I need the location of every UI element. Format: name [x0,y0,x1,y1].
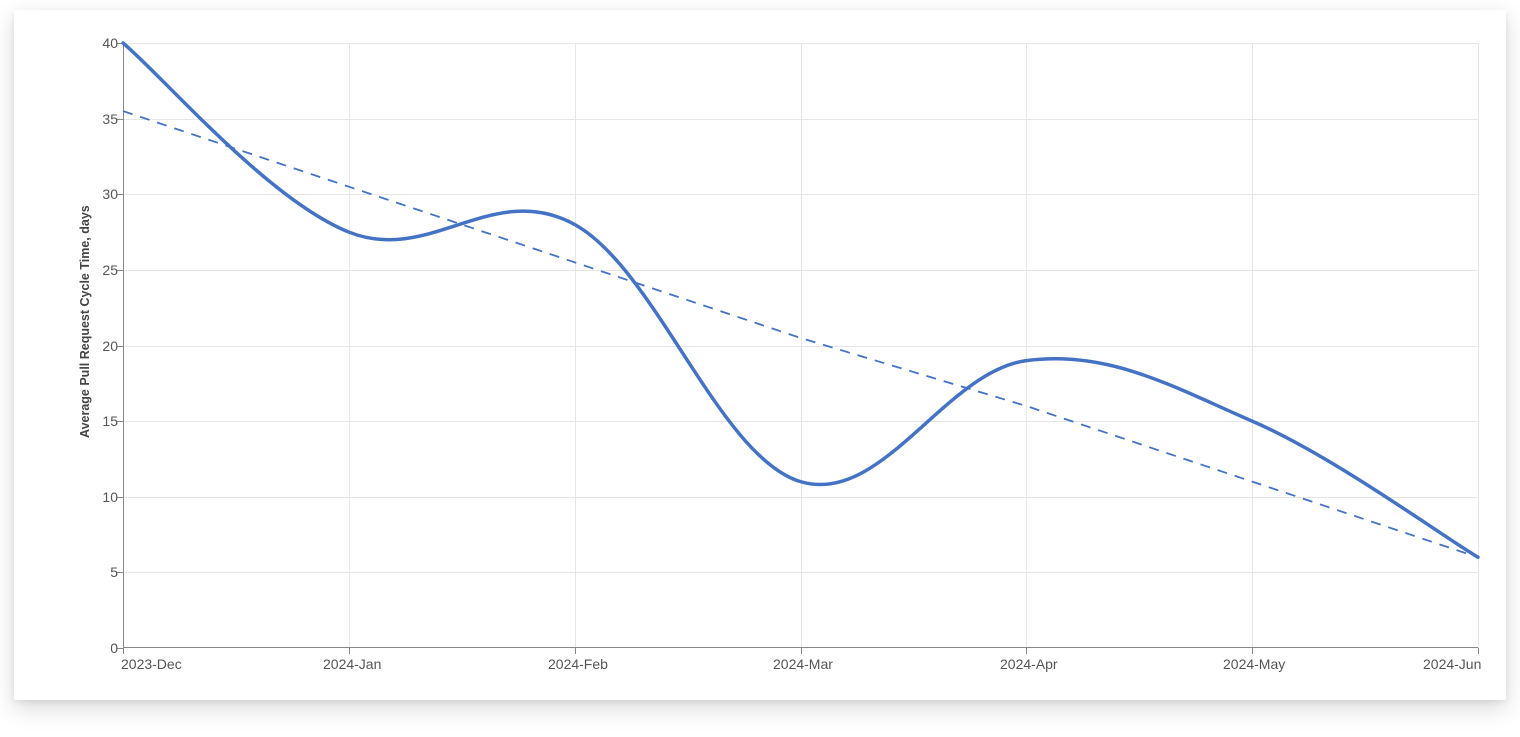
y-axis-title: Average Pull Request Cycle Time, days [78,205,92,438]
y-tick-label: 35 [102,111,118,127]
x-tick-label: 2024-Mar [773,656,833,672]
chart-card: 0 5 10 15 20 25 30 35 40 2023-Dec 2024-J… [14,10,1506,700]
trend-line [123,111,1478,557]
x-tick-label: 2024-Apr [1000,656,1058,672]
y-tick-label: 25 [102,262,118,278]
plot-area: 0 5 10 15 20 25 30 35 40 2023-Dec 2024-J… [123,43,1478,648]
x-tick-label: 2024-Jun [1423,656,1481,672]
x-tick-label: 2024-May [1223,656,1285,672]
y-tick-label: 20 [102,338,118,354]
y-tick-label: 5 [110,564,118,580]
y-tick-label: 40 [102,35,118,51]
y-tick-label: 0 [110,640,118,656]
x-tick-label: 2024-Feb [548,656,608,672]
x-tick-label: 2024-Jan [323,656,381,672]
chart-svg [123,43,1478,648]
x-tick-label: 2023-Dec [121,656,182,672]
y-tick-label: 30 [102,186,118,202]
y-tick-label: 10 [102,489,118,505]
y-tick-label: 15 [102,413,118,429]
cycle-time-line [123,43,1478,557]
